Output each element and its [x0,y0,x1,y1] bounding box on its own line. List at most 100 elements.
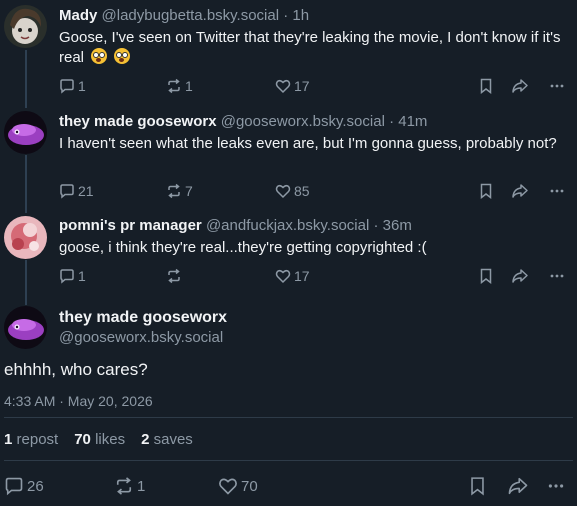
author-name[interactable]: they made gooseworx [59,113,217,130]
share-icon [512,79,528,93]
repost-icon [168,268,180,284]
more-icon [550,189,564,193]
author-handle[interactable]: @ladybugbetta.bsky.social [102,7,280,24]
repost-button[interactable] [166,266,185,286]
author-name[interactable]: Mady [59,7,97,24]
flushed-face-icon [91,48,108,64]
reply-count: 26 [27,477,44,495]
share-button[interactable] [511,181,529,201]
share-button[interactable] [511,266,529,286]
like-button[interactable]: 85 [275,181,310,201]
saves-stat[interactable]: 2 saves [141,430,193,450]
reply-button[interactable]: 1 [59,266,86,286]
like-count: 17 [294,78,310,94]
share-button[interactable] [507,474,529,498]
post-time[interactable]: 1h [292,7,309,24]
more-options-button[interactable] [549,181,565,201]
post-text: Goose, I've seen on Twitter that they're… [59,28,567,68]
more-icon [548,484,564,488]
saves-stat-label: saves [153,431,193,448]
bookmark-button[interactable] [469,474,486,498]
avatar-image [4,216,47,259]
flushed-face-icon [114,48,131,64]
thread-line [25,50,27,108]
avatar[interactable] [4,216,47,259]
post-header: they made gooseworx @gooseworx.bsky.soci… [59,112,567,132]
main-post-actions: 26 1 70 [4,474,567,498]
post-date[interactable]: 4:33 AM · May 20, 2026 [4,391,153,411]
bookmark-button[interactable] [479,76,493,96]
more-icon [550,84,564,88]
author-handle[interactable]: @gooseworx.bsky.social [221,113,385,130]
reply-count: 1 [78,268,86,284]
reply-button[interactable]: 1 [59,76,86,96]
repost-button[interactable]: 7 [166,181,193,201]
heart-icon [275,269,291,284]
post-text: ehhhh, who cares? [4,360,148,379]
more-options-button[interactable] [547,474,565,498]
bookmark-icon [480,183,492,199]
reply-button[interactable]: 21 [59,181,94,201]
repost-count: 7 [185,183,193,199]
avatar-image [4,306,47,349]
more-options-button[interactable] [549,266,565,286]
reposts-stat[interactable]: 1 repost [4,430,58,450]
post-actions: 1 1 17 [59,76,567,96]
repost-count: 1 [137,477,146,495]
repost-button[interactable]: 1 [114,474,145,498]
author-name[interactable]: they made gooseworx [59,308,567,328]
reply-icon [60,269,74,284]
like-button[interactable]: 70 [218,474,258,498]
reply-icon [60,79,74,94]
bookmark-button[interactable] [479,181,493,201]
share-button[interactable] [511,76,529,96]
author-handle[interactable]: @gooseworx.bsky.social [59,328,567,348]
bookmark-icon [471,477,484,496]
repost-icon [168,78,180,94]
author-name[interactable]: pomni's pr manager [59,217,202,234]
reply-icon [60,184,74,199]
reply-count: 21 [78,183,94,199]
heart-icon [219,478,237,495]
post-time[interactable]: 36m [383,217,412,234]
likes-stat-count: 70 [74,431,91,448]
more-options-button[interactable] [549,76,565,96]
share-icon [508,477,528,495]
repost-icon [168,183,180,199]
post-actions: 1 17 [59,266,567,286]
more-icon [550,274,564,278]
reply-button[interactable]: 26 [4,474,44,498]
repost-count: 1 [185,78,193,94]
likes-stat-label: likes [95,431,126,448]
saves-stat-count: 2 [141,431,150,448]
post-time[interactable]: 41m [398,113,427,130]
repost-icon [116,477,132,495]
avatar[interactable] [4,5,47,48]
divider [4,417,573,418]
repost-button[interactable]: 1 [166,76,193,96]
avatar[interactable] [4,111,47,154]
post-text: goose, i think they're real...they're ge… [59,239,427,256]
like-count: 85 [294,183,310,199]
separator-dot: · [373,217,379,234]
like-count: 70 [241,477,258,495]
thread-line [25,155,27,213]
like-count: 17 [294,268,310,284]
thread-view: Mady @ladybugbetta.bsky.social · 1h Goos… [0,0,577,506]
post-header: Mady @ladybugbetta.bsky.social · 1h [59,6,567,26]
post-actions: 21 7 85 [59,181,567,201]
bookmark-button[interactable] [479,266,493,286]
reposts-stat-label: repost [16,431,59,448]
author-handle[interactable]: @andfuckjax.bsky.social [206,217,369,234]
like-button[interactable]: 17 [275,266,310,286]
bookmark-icon [480,268,492,284]
reply-icon [5,477,23,496]
divider [4,460,573,461]
heart-icon [275,79,291,94]
avatar[interactable] [4,306,47,349]
like-button[interactable]: 17 [275,76,310,96]
avatar-image [4,111,47,154]
post-text: I haven't seen what the leaks even are, … [59,135,557,152]
separator-dot: · [283,7,289,24]
likes-stat[interactable]: 70 likes [74,430,125,450]
